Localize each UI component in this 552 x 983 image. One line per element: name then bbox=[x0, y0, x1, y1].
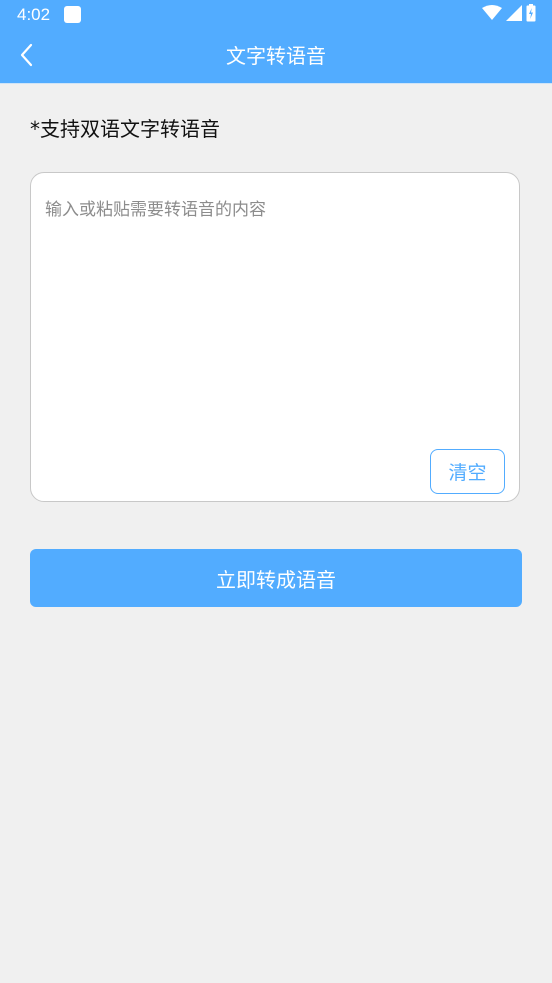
app-bar: 文字转语音 bbox=[0, 30, 552, 84]
signal-icon bbox=[506, 5, 522, 25]
page-title: 文字转语音 bbox=[226, 44, 326, 68]
text-input-card: 清空 bbox=[30, 172, 520, 502]
battery-charging-icon bbox=[526, 4, 536, 26]
wifi-icon bbox=[482, 5, 502, 25]
status-bar: 4:02 bbox=[0, 0, 552, 30]
app-notification-icon bbox=[64, 6, 81, 23]
support-hint: *支持双语文字转语音 bbox=[30, 117, 220, 141]
status-icons bbox=[482, 4, 536, 26]
text-input[interactable] bbox=[45, 195, 505, 445]
status-time: 4:02 bbox=[17, 5, 51, 24]
convert-to-speech-button[interactable]: 立即转成语音 bbox=[30, 549, 522, 607]
clear-button[interactable]: 清空 bbox=[430, 449, 505, 494]
